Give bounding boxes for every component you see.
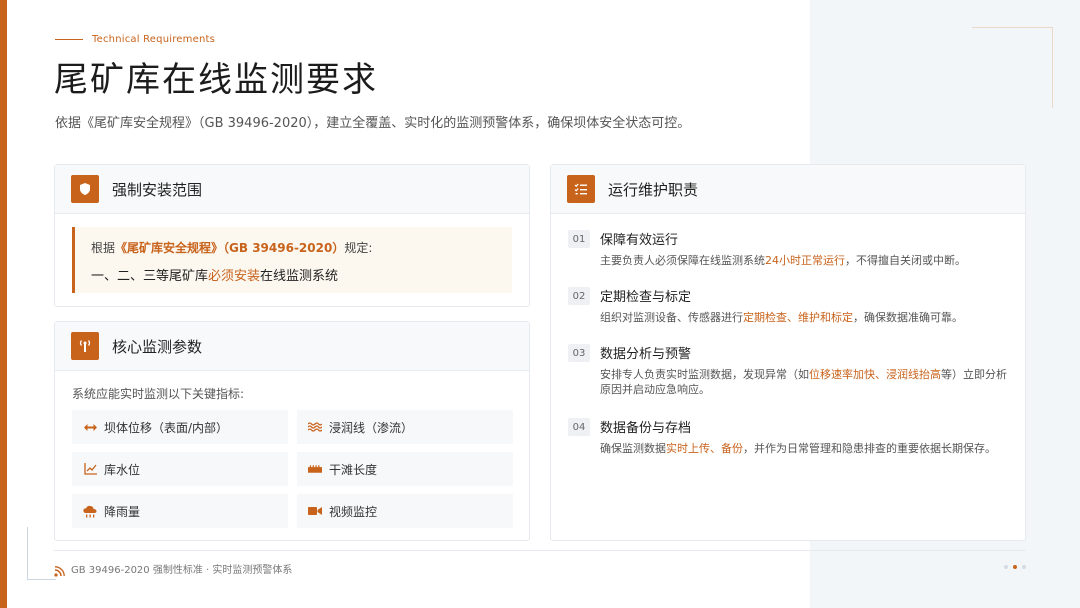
duty-title: 保障有效运行 [600, 233, 679, 248]
duty-desc-text: 安排专人负责实时监测数据，发现异常（如 [600, 368, 809, 381]
monitor-params-card-header: 核心监测参数 [55, 322, 529, 371]
requirement-basis-suffix: 规定: [344, 241, 373, 255]
param-rainfall: 降雨量 [72, 494, 288, 528]
rain-cloud-icon [83, 504, 97, 518]
param-video-surveillance: 视频监控 [297, 494, 513, 528]
duty-desc-text: ，确保数据准确可靠。 [853, 311, 963, 324]
video-camera-icon [308, 504, 322, 518]
ops-duties-title: 运行维护职责 [608, 180, 699, 199]
page-dot[interactable] [1022, 565, 1026, 569]
param-dry-beach-length: 干滩长度 [297, 452, 513, 486]
duty-number: 04 [568, 418, 590, 436]
duty-desc-text: 组织对监测设备、传感器进行 [600, 311, 743, 324]
satellite-dish-icon [54, 562, 65, 581]
monitor-intro: 系统应能实时监测以下关键指标: [72, 387, 245, 401]
ops-duties-card: 运行维护职责 01 保障有效运行 主要负责人必须保障在线监测系统24小时正常运行… [550, 164, 1026, 541]
shield-icon [71, 175, 99, 203]
duty-desc-text: ，不得擅自关闭或中断。 [845, 254, 966, 267]
param-label: 干滩长度 [329, 462, 378, 477]
page-indicator [1004, 565, 1026, 569]
param-label: 坝体位移（表面/内部） [104, 420, 229, 435]
regulation-reference: 《尾矿库安全规程》（GB 39496-2020） [115, 241, 345, 255]
duty-number: 02 [568, 287, 590, 305]
param-label: 库水位 [104, 462, 141, 477]
duty-title: 数据分析与预警 [600, 347, 692, 362]
requirement-callout: 根据《尾矿库安全规程》（GB 39496-2020）规定: 一、二、三等尾矿库必… [72, 227, 512, 293]
duty-desc-text: 确保监测数据 [600, 442, 666, 455]
kicker-text: Technical Requirements [92, 34, 216, 45]
param-label: 浸润线（渗流） [329, 420, 414, 435]
install-scope-title: 强制安装范围 [112, 180, 203, 199]
monitor-params-title: 核心监测参数 [112, 337, 203, 356]
requirement-statement: 一、二、三等尾矿库必须安装在线监测系统 [91, 265, 338, 284]
duty-title: 数据备份与存档 [600, 421, 692, 436]
duty-desc-highlight: 实时上传、备份 [666, 442, 743, 455]
mandatory-highlight: 必须安装 [208, 269, 261, 284]
param-dam-displacement: 坝体位移（表面/内部） [72, 410, 288, 444]
param-label: 视频监控 [329, 504, 378, 519]
page-dot-active[interactable] [1013, 565, 1017, 569]
duty-description: 安排专人负责实时监测数据，发现异常（如位移速率加快、浸润线抬高等）立即分析原因并… [600, 367, 1012, 397]
line-chart-icon [83, 462, 97, 476]
param-phreatic-line: 浸润线（渗流） [297, 410, 513, 444]
kicker-line [55, 39, 83, 40]
duty-description: 主要负责人必须保障在线监测系统24小时正常运行，不得擅自关闭或中断。 [600, 253, 1012, 268]
kicker: Technical Requirements [55, 34, 215, 45]
duty-desc-text: 主要负责人必须保障在线监测系统 [600, 254, 765, 267]
arrows-horizontal-icon [83, 420, 97, 434]
duty-description: 确保监测数据实时上传、备份，并作为日常管理和隐患排查的重要依据长期保存。 [600, 441, 1012, 456]
water-waves-icon [308, 420, 322, 434]
decorative-corner-top-right [972, 27, 1053, 108]
duty-number: 01 [568, 230, 590, 248]
duty-number: 03 [568, 344, 590, 362]
requirement-basis-prefix: 根据 [91, 241, 116, 255]
footer-divider [54, 550, 1026, 551]
duty-desc-text: ，并作为日常管理和隐患排查的重要依据长期保存。 [743, 442, 996, 455]
requirement-statement-suffix: 在线监测系统 [260, 269, 339, 284]
footer-text: GB 39496-2020 强制性标准 · 实时监测预警体系 [71, 565, 293, 576]
page-title: 尾矿库在线监测要求 [54, 60, 378, 100]
antenna-icon [71, 332, 99, 360]
param-label: 降雨量 [104, 504, 141, 519]
requirement-basis: 根据《尾矿库安全规程》（GB 39496-2020）规定: [91, 239, 372, 256]
page-subtitle: 依据《尾矿库安全规程》（GB 39496-2020），建立全覆盖、实时化的监测预… [55, 116, 691, 131]
requirement-statement-prefix: 一、二、三等尾矿库 [91, 269, 209, 284]
install-scope-card: 强制安装范围 根据《尾矿库安全规程》（GB 39496-2020）规定: 一、二… [54, 164, 530, 307]
task-list-icon [567, 175, 595, 203]
ops-duties-card-header: 运行维护职责 [551, 165, 1025, 214]
duty-desc-highlight: 位移速率加快、浸润线抬高 [809, 368, 941, 381]
page-dot[interactable] [1004, 565, 1008, 569]
param-water-level: 库水位 [72, 452, 288, 486]
duty-title: 定期检查与标定 [600, 290, 692, 305]
install-scope-card-header: 强制安装范围 [55, 165, 529, 214]
decorative-corner-bottom-left [27, 527, 56, 580]
duty-desc-highlight: 定期检查、维护和标定 [743, 311, 853, 324]
duty-description: 组织对监测设备、传感器进行定期检查、维护和标定，确保数据准确可靠。 [600, 310, 1012, 325]
monitor-params-card: 核心监测参数 系统应能实时监测以下关键指标: 坝体位移（表面/内部） 浸润线（渗… [54, 321, 530, 541]
ruler-icon [308, 462, 322, 476]
left-accent-bar [0, 0, 7, 608]
duty-desc-highlight: 24小时正常运行 [765, 254, 845, 267]
